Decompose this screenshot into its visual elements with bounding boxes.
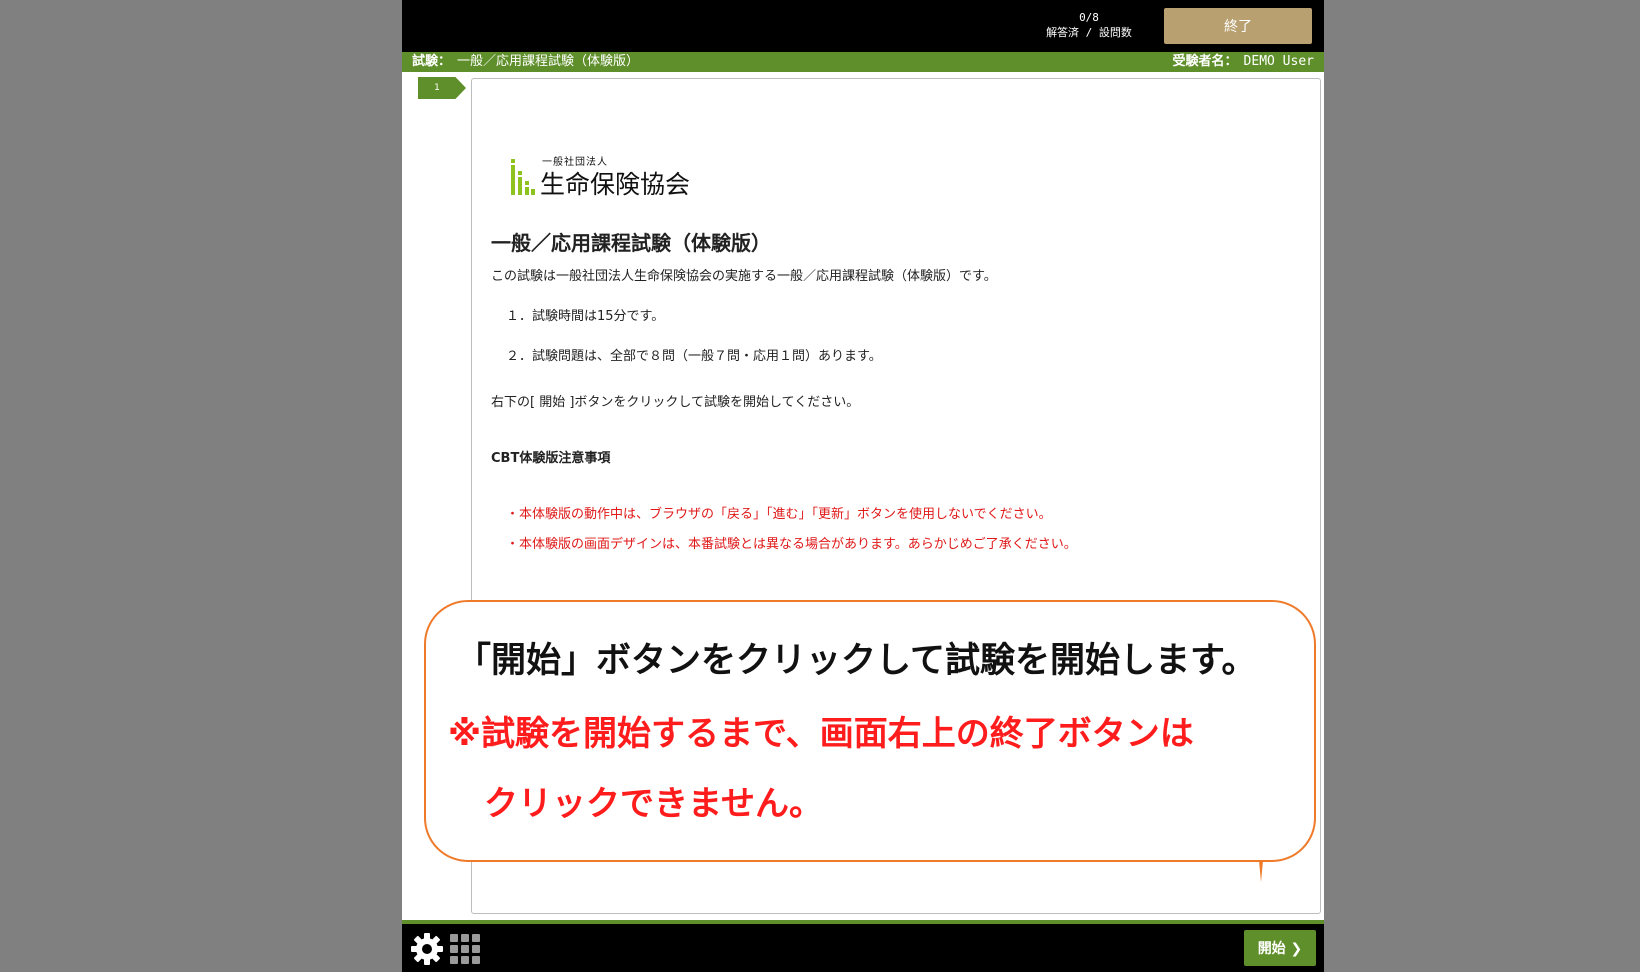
callout-line-3: クリックできません。 — [484, 784, 823, 824]
top-bar: 0/8 解答済 / 設問数 終了 — [402, 0, 1324, 52]
start-button[interactable]: 開始 ❯ — [1244, 930, 1316, 966]
grid-icon[interactable] — [450, 934, 480, 964]
callout-line-2: ※試験を開始するまで、画面右上の終了ボタンは — [448, 714, 1194, 754]
instruction-callout: 「開始」ボタンをクリックして試験を開始します。 ※試験を開始するまで、画面右上の… — [424, 600, 1316, 862]
logo-mark-icon — [511, 159, 535, 195]
intro-text: この試験は一般社団法人生命保険協会の実施する一般／応用課程試験（体験版）です。 — [491, 269, 997, 284]
answer-progress: 0/8 解答済 / 設問数 — [1034, 10, 1144, 40]
exam-name: 一般／応用課程試験（体験版） — [457, 54, 640, 69]
bottom-bar: 開始 ❯ — [402, 920, 1324, 972]
exam-name-group: 試験： 一般／応用課程試験（体験版） — [412, 52, 639, 72]
logo-title: 生命保険協会 — [540, 170, 691, 199]
notice-item-2: ・本体験版の画面デザインは、本番試験とは異なる場合があります。あらかじめご了承く… — [506, 537, 1077, 552]
examinee-label: 受験者名： — [1172, 54, 1238, 69]
callout-pointer-icon — [1258, 860, 1264, 883]
exam-title: 一般／応用課程試験（体験版） — [491, 231, 771, 255]
start-instruction: 右下の[ 開始 ]ボタンをクリックして試験を開始してください。 — [491, 395, 860, 410]
rule-item-1: １．試験時間は15分です。 — [506, 309, 665, 324]
notice-title: CBT体験版注意事項 — [491, 451, 611, 466]
examinee-group: 受験者名： DEMO User — [1173, 52, 1314, 72]
callout-line-1: 「開始」ボタンをクリックして試験を開始します。 — [456, 641, 1257, 681]
notice-item-1: ・本体験版の動作中は、ブラウザの「戻る」「進む」「更新」ボタンを使用しないでくだ… — [506, 507, 1052, 522]
examinee-name: DEMO User — [1243, 54, 1314, 69]
page-tab-1[interactable]: 1 — [418, 77, 466, 99]
end-button[interactable]: 終了 — [1164, 8, 1312, 44]
progress-label: 解答済 / 設問数 — [1046, 26, 1132, 39]
gear-icon[interactable] — [410, 932, 444, 966]
exam-info-bar: 試験： 一般／応用課程試験（体験版） 受験者名： DEMO User — [402, 52, 1324, 72]
rule-item-2: ２．試験問題は、全部で８問（一般７問・応用１問）あります。 — [506, 349, 882, 364]
progress-count: 0/8 — [1079, 11, 1099, 24]
association-logo: 一般社団法人 生命保険協会 — [510, 153, 710, 199]
exam-app-window: 0/8 解答済 / 設問数 終了 試験： 一般／応用課程試験（体験版） 受験者名：… — [402, 0, 1324, 972]
exam-label: 試験： — [412, 54, 452, 69]
